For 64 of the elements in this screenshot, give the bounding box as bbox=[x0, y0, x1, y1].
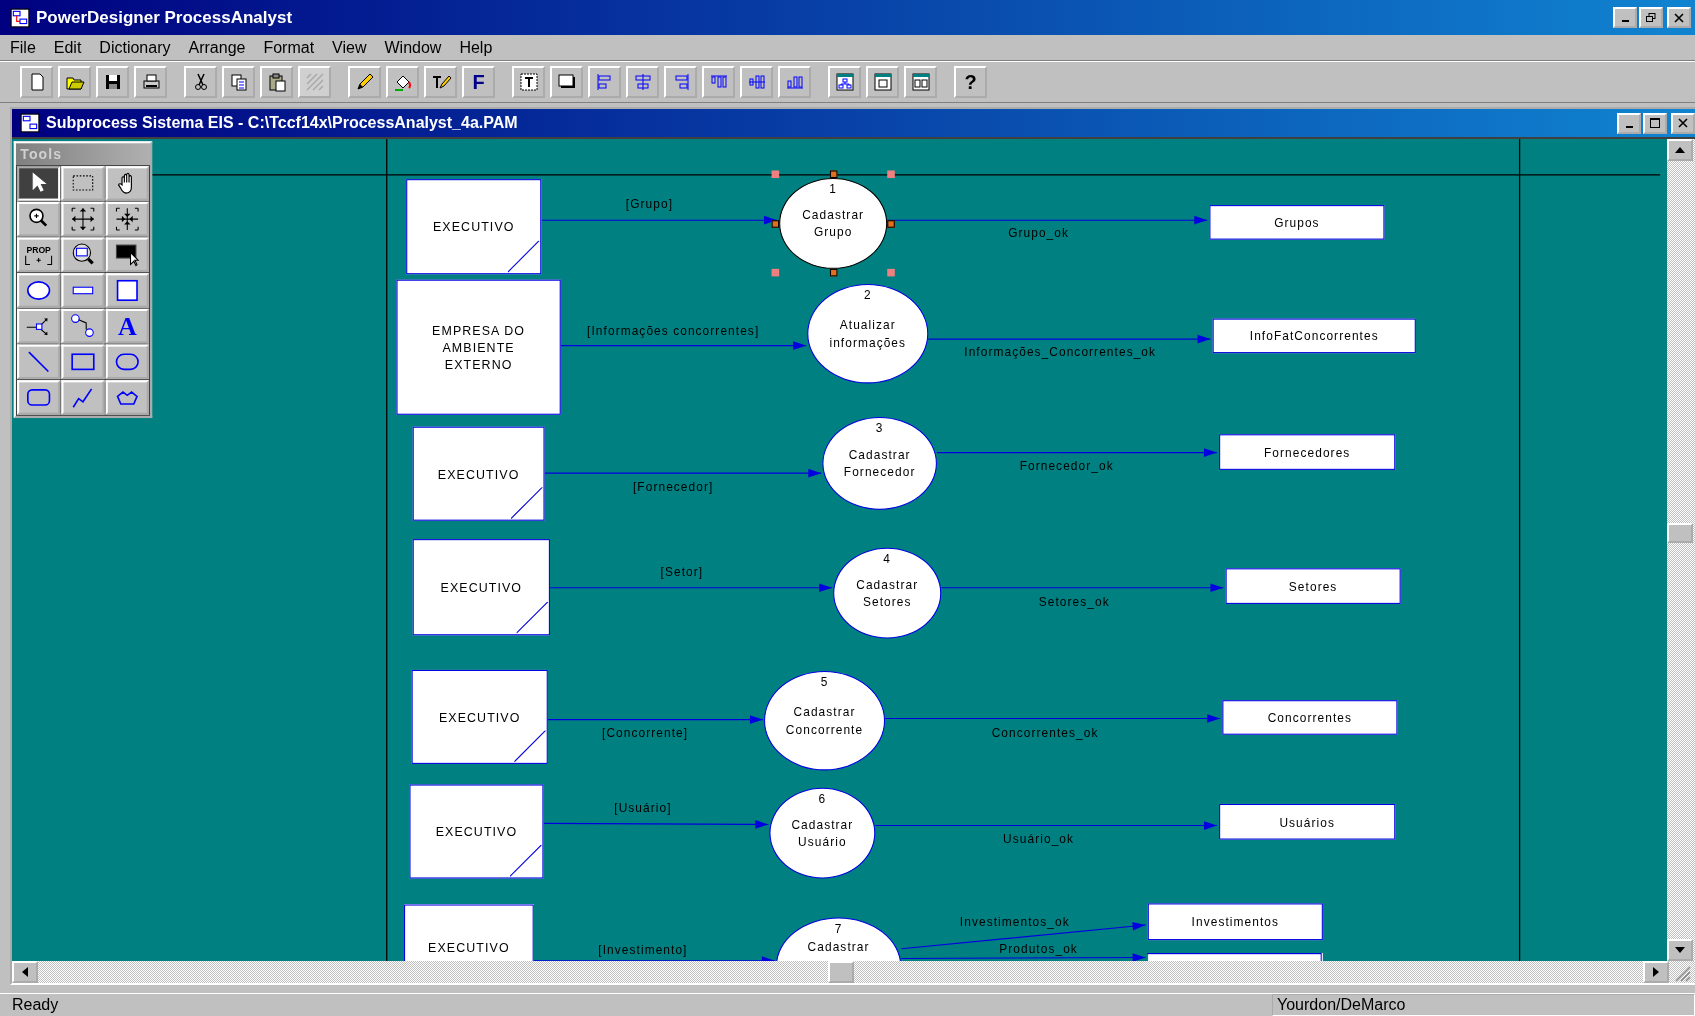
toolbar-button[interactable]: F bbox=[462, 66, 495, 98]
flow-label: Produtos_ok bbox=[999, 941, 1079, 956]
store-name: Grupos bbox=[1274, 215, 1321, 229]
entity-name: EXECUTIVO bbox=[440, 579, 523, 596]
flow-label: Concorrentes_ok bbox=[992, 726, 1099, 741]
document-title: Subprocess Sistema EIS - C:\Tccf14x\ProcessAnalyst_4a.PAM bbox=[46, 114, 518, 132]
entity-name: EXECUTIVO bbox=[438, 466, 520, 483]
process-name: Cadastrar Setores bbox=[855, 576, 920, 611]
process-name: Cadastrar Grupo bbox=[801, 207, 866, 241]
process-number: 7 bbox=[834, 921, 844, 936]
store-name: Concorrentes bbox=[1268, 710, 1353, 724]
process-number: 2 bbox=[863, 288, 873, 303]
window-title: PowerDesigner ProcessAnalyst bbox=[36, 7, 293, 28]
menu-item[interactable]: Edit bbox=[53, 38, 82, 57]
tool-button[interactable]: PROP bbox=[17, 237, 61, 272]
entity-name: EXECUTIVO bbox=[428, 940, 511, 957]
entity-name: EXECUTIVO bbox=[439, 709, 521, 726]
flow-label: [Setor] bbox=[660, 565, 704, 580]
status-panel: Yourdon/DeMarco bbox=[1272, 994, 1695, 1016]
process-number: 3 bbox=[875, 421, 885, 436]
entity-name: EMPRESA DO AMBIENTE EXTERNO bbox=[431, 322, 527, 373]
flow-label: [Informações concorrentes] bbox=[587, 324, 760, 339]
flow-label: [Investimento] bbox=[598, 942, 688, 957]
flow-label: Fornecedor_ok bbox=[1020, 459, 1115, 474]
tool-button[interactable]: A bbox=[106, 308, 150, 344]
store-name: Usuários bbox=[1279, 815, 1336, 829]
store-name: InfoFatConcorrentes bbox=[1250, 329, 1380, 343]
help-label: ? bbox=[964, 70, 977, 94]
menu-item[interactable]: Format bbox=[263, 38, 315, 57]
process-name: Cadastrar Usuário bbox=[790, 816, 855, 851]
menu-item[interactable]: Window bbox=[384, 38, 442, 57]
process-number: 1 bbox=[828, 182, 839, 197]
store-name: Setores bbox=[1289, 579, 1338, 593]
flow-label: [Usuário] bbox=[614, 801, 672, 816]
flow-label: [Concorrente] bbox=[602, 726, 689, 741]
flow-label: [Grupo] bbox=[626, 196, 674, 211]
text-tool-label: A bbox=[118, 311, 138, 341]
flow-label: [Fornecedor] bbox=[633, 480, 714, 495]
store-name: Investimentos bbox=[1192, 915, 1280, 929]
menu-item[interactable]: View bbox=[332, 38, 367, 57]
process-name: Cadastrar bbox=[807, 939, 871, 955]
flow-label: Setores_ok bbox=[1039, 594, 1111, 609]
process-name: Cadastrar Fornecedor bbox=[843, 447, 917, 481]
process-name: Atualizar informações bbox=[828, 317, 908, 351]
palette-title: Tools bbox=[16, 143, 151, 165]
process-number: 5 bbox=[820, 675, 830, 690]
menu-item[interactable]: Dictionary bbox=[99, 38, 171, 57]
prop-label: PROP bbox=[26, 244, 52, 255]
process-number: 4 bbox=[882, 551, 893, 566]
menu-item[interactable]: Help bbox=[459, 38, 493, 57]
menu-item[interactable]: Arrange bbox=[188, 38, 246, 57]
store-name: Fornecedores bbox=[1264, 445, 1351, 459]
process-number: 6 bbox=[817, 791, 828, 806]
flow-label: Informações_Concorrentes_ok bbox=[964, 344, 1157, 359]
toolbar-button[interactable]: ? bbox=[954, 66, 987, 98]
menu-item[interactable]: File bbox=[10, 38, 36, 57]
flow-label: Usuário_ok bbox=[1003, 832, 1075, 847]
entity-name: EXECUTIVO bbox=[436, 823, 518, 840]
font-label: F bbox=[472, 70, 485, 94]
flow-label: Investimentos_ok bbox=[960, 914, 1071, 929]
status-message: Ready bbox=[11, 995, 60, 1015]
entity-name: EXECUTIVO bbox=[433, 219, 515, 236]
process-name: Cadastrar Concorrente bbox=[785, 704, 865, 738]
flow-label: Grupo_ok bbox=[1008, 226, 1070, 241]
